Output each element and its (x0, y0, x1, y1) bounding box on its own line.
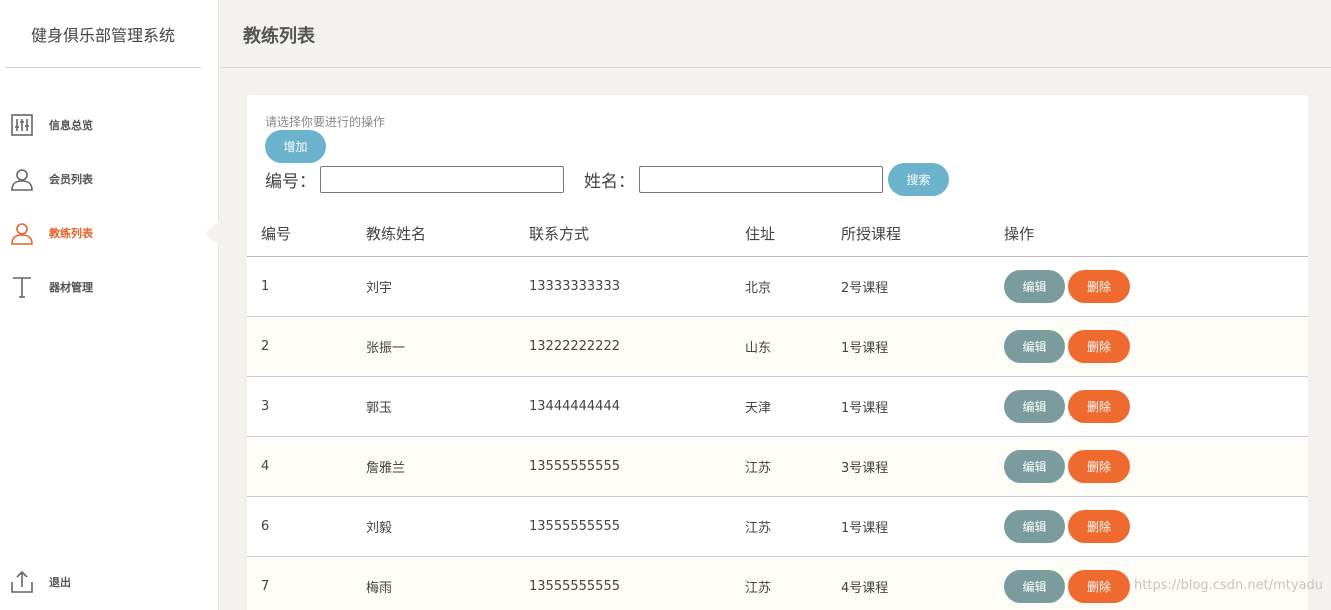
row-actions: 编辑 删除 (1004, 390, 1130, 423)
upload-icon (10, 570, 34, 594)
cell-id: 3 (261, 399, 270, 414)
cell-phone: 13555555555 (529, 519, 620, 534)
row-actions: 编辑 删除 (1004, 330, 1130, 363)
delete-button[interactable]: 删除 (1068, 450, 1130, 483)
user-icon (10, 167, 34, 191)
cell-name: 詹雅兰 (366, 461, 406, 476)
edit-button[interactable]: 编辑 (1004, 390, 1065, 423)
cell-course: 1号课程 (841, 521, 889, 536)
table-row: 2 张振一 13222222222 山东 1号课程 编辑 删除 (247, 317, 1308, 377)
text-t-icon (10, 275, 34, 299)
sidebar-nav: 信息总览 会员列表 教练列表 器材管理 (0, 98, 219, 314)
user-icon (10, 221, 34, 245)
cell-id: 2 (261, 339, 270, 354)
cell-address: 江苏 (745, 521, 772, 536)
sidebar-item-overview[interactable]: 信息总览 (0, 98, 218, 152)
cell-name: 刘宇 (366, 281, 393, 296)
cell-course: 3号课程 (841, 461, 889, 476)
cell-address: 江苏 (745, 581, 772, 596)
edit-button[interactable]: 编辑 (1004, 510, 1065, 543)
id-search-label: 编号： (265, 172, 316, 192)
logout-label: 退出 (49, 576, 71, 589)
logout-button[interactable]: 退出 (10, 570, 71, 594)
cell-id: 1 (261, 279, 270, 294)
sidebar-item-members[interactable]: 会员列表 (0, 152, 218, 206)
cell-phone: 13444444444 (529, 399, 620, 414)
column-header-phone: 联系方式 (529, 224, 590, 243)
cell-address: 江苏 (745, 461, 772, 476)
edit-button[interactable]: 编辑 (1004, 570, 1065, 603)
id-search-input[interactable] (320, 166, 564, 193)
page-title: 教练列表 (243, 26, 315, 47)
sidebar-item-label: 会员列表 (49, 173, 93, 186)
sidebar-item-coaches[interactable]: 教练列表 (0, 206, 219, 260)
cell-phone: 13555555555 (529, 579, 620, 594)
table-row: 1 刘宇 13333333333 北京 2号课程 编辑 删除 (247, 257, 1308, 317)
cell-name: 梅雨 (366, 581, 393, 596)
cell-id: 4 (261, 459, 270, 474)
sidebar-item-label: 教练列表 (49, 227, 93, 240)
sliders-icon (10, 113, 34, 137)
cell-course: 1号课程 (841, 341, 889, 356)
sidebar-item-label: 信息总览 (49, 119, 93, 132)
cell-course: 2号课程 (841, 281, 889, 296)
add-button[interactable]: 增加 (265, 130, 326, 163)
cell-address: 北京 (745, 281, 772, 296)
edit-button[interactable]: 编辑 (1004, 270, 1065, 303)
delete-button[interactable]: 删除 (1068, 510, 1130, 543)
cell-id: 7 (261, 579, 270, 594)
edit-button[interactable]: 编辑 (1004, 450, 1065, 483)
cell-phone: 13333333333 (529, 279, 620, 294)
delete-button[interactable]: 删除 (1068, 270, 1130, 303)
edit-button[interactable]: 编辑 (1004, 330, 1065, 363)
table-row: 4 詹雅兰 13555555555 江苏 3号课程 编辑 删除 (247, 437, 1308, 497)
watermark: https://blog.csdn.net/mtyadu (1134, 578, 1323, 593)
cell-course: 1号课程 (841, 401, 889, 416)
search-button[interactable]: 搜索 (888, 163, 949, 196)
column-header-address: 住址 (745, 224, 776, 243)
sidebar-item-label: 器材管理 (49, 281, 93, 294)
column-header-course: 所授课程 (841, 224, 902, 243)
cell-id: 6 (261, 519, 270, 534)
table-header: 编号 教练姓名 联系方式 住址 所授课程 操作 (247, 210, 1308, 257)
cell-name: 刘毅 (366, 521, 393, 536)
content-panel: 请选择你要进行的操作 增加 编号： 姓名： 搜索 编号 教练姓名 联系方式 住址… (247, 95, 1308, 610)
cell-phone: 13555555555 (529, 459, 620, 474)
sidebar-item-equipment[interactable]: 器材管理 (0, 260, 218, 314)
coach-table: 编号 教练姓名 联系方式 住址 所授课程 操作 1 刘宇 13333333333… (247, 210, 1308, 610)
sidebar: 健身俱乐部管理系统 信息总览 会员列表 教练列表 器材管理 退出 (0, 0, 219, 610)
cell-name: 郭玉 (366, 401, 393, 416)
delete-button[interactable]: 删除 (1068, 330, 1130, 363)
name-search-input[interactable] (639, 166, 883, 193)
delete-button[interactable]: 删除 (1068, 570, 1130, 603)
delete-button[interactable]: 删除 (1068, 390, 1130, 423)
row-actions: 编辑 删除 (1004, 450, 1130, 483)
row-actions: 编辑 删除 (1004, 270, 1130, 303)
name-search-label: 姓名： (584, 172, 635, 192)
cell-address: 山东 (745, 341, 772, 356)
table-row: 6 刘毅 13555555555 江苏 1号课程 编辑 删除 (247, 497, 1308, 557)
search-bar: 编号： 姓名： 搜索 (265, 163, 949, 196)
cell-name: 张振一 (366, 341, 406, 356)
cell-address: 天津 (745, 401, 772, 416)
column-header-id: 编号 (261, 224, 292, 243)
app-title: 健身俱乐部管理系统 (5, 0, 201, 68)
cell-phone: 13222222222 (529, 339, 620, 354)
row-actions: 编辑 删除 (1004, 570, 1130, 603)
column-header-name: 教练姓名 (366, 224, 427, 243)
operation-hint: 请选择你要进行的操作 (265, 115, 386, 129)
column-header-actions: 操作 (1004, 224, 1035, 243)
cell-course: 4号课程 (841, 581, 889, 596)
page-header: 教练列表 (220, 0, 1331, 68)
table-row: 3 郭玉 13444444444 天津 1号课程 编辑 删除 (247, 377, 1308, 437)
row-actions: 编辑 删除 (1004, 510, 1130, 543)
